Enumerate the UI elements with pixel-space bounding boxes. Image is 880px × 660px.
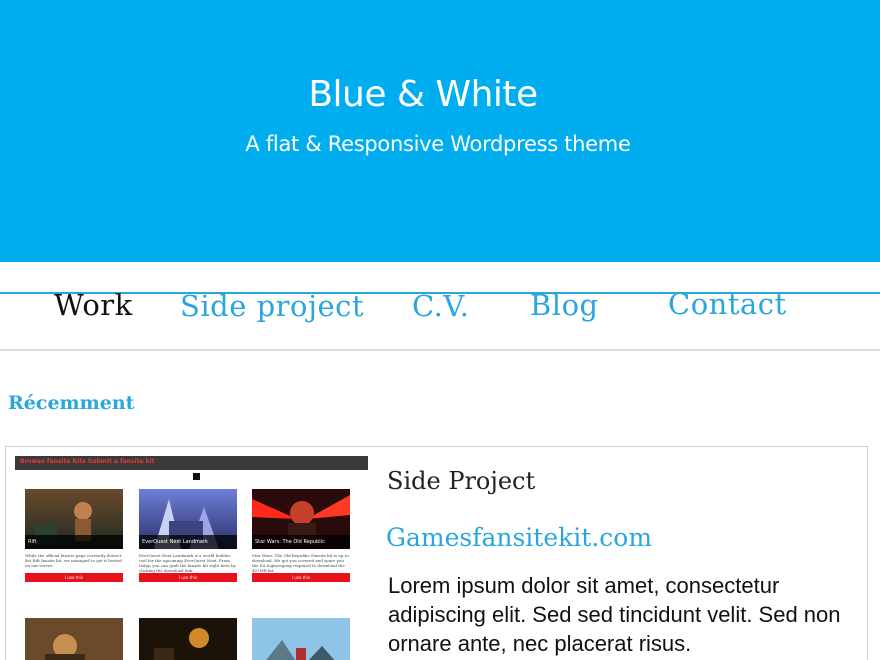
- section-title: Récemment: [8, 392, 135, 414]
- tile-caption: Rift: [25, 535, 123, 549]
- nav-item-side-project[interactable]: Side project: [180, 289, 364, 323]
- project-card: Browse fansite Kits Submit a fansite kit…: [5, 446, 868, 660]
- tile-use-button[interactable]: I use this: [25, 573, 123, 582]
- tile-caption: Star Wars: The Old Republic: [252, 535, 350, 549]
- tile-image-row2-1: [25, 618, 123, 660]
- tile-use-button[interactable]: I use this: [139, 573, 237, 582]
- thumbnail-dot: [193, 473, 200, 480]
- tile-caption: EverQuest Next Landmark: [139, 535, 237, 549]
- tile-image-row2-3: [252, 618, 350, 660]
- site-title[interactable]: Blue & White: [0, 74, 846, 115]
- tile-use-button[interactable]: I use this: [252, 573, 350, 582]
- tile-description: EverQuest Next Landmark is a world build…: [139, 553, 236, 573]
- nav-bottom-rule: [0, 349, 880, 351]
- tile-description: Star Wars: The Old Republic Fansite kit …: [252, 553, 349, 573]
- project-link[interactable]: Gamesfansitekit.com: [386, 523, 652, 552]
- project-thumbnail[interactable]: Browse fansite Kits Submit a fansite kit…: [15, 456, 368, 660]
- tile-image-row2-2: [139, 618, 237, 660]
- nav-item-work[interactable]: Work: [54, 288, 133, 322]
- card-description: Lorem ipsum dolor sit amet, consectetur …: [388, 573, 841, 656]
- card-kicker: Side Project: [387, 467, 536, 495]
- nav-item-contact[interactable]: Contact: [668, 287, 787, 321]
- nav-item-blog[interactable]: Blog: [530, 288, 599, 322]
- thumbnail-bar-text: Browse fansite Kits Submit a fansite kit: [20, 458, 155, 465]
- thumbnail-top-bar: Browse fansite Kits Submit a fansite kit: [15, 456, 368, 470]
- site-header: Blue & White A flat & Responsive Wordpre…: [0, 0, 880, 262]
- tile-description: While the official fansite page currentl…: [25, 553, 122, 568]
- nav-item-cv[interactable]: C.V.: [412, 289, 469, 323]
- site-tagline: A flat & Responsive Wordpress theme: [245, 132, 631, 156]
